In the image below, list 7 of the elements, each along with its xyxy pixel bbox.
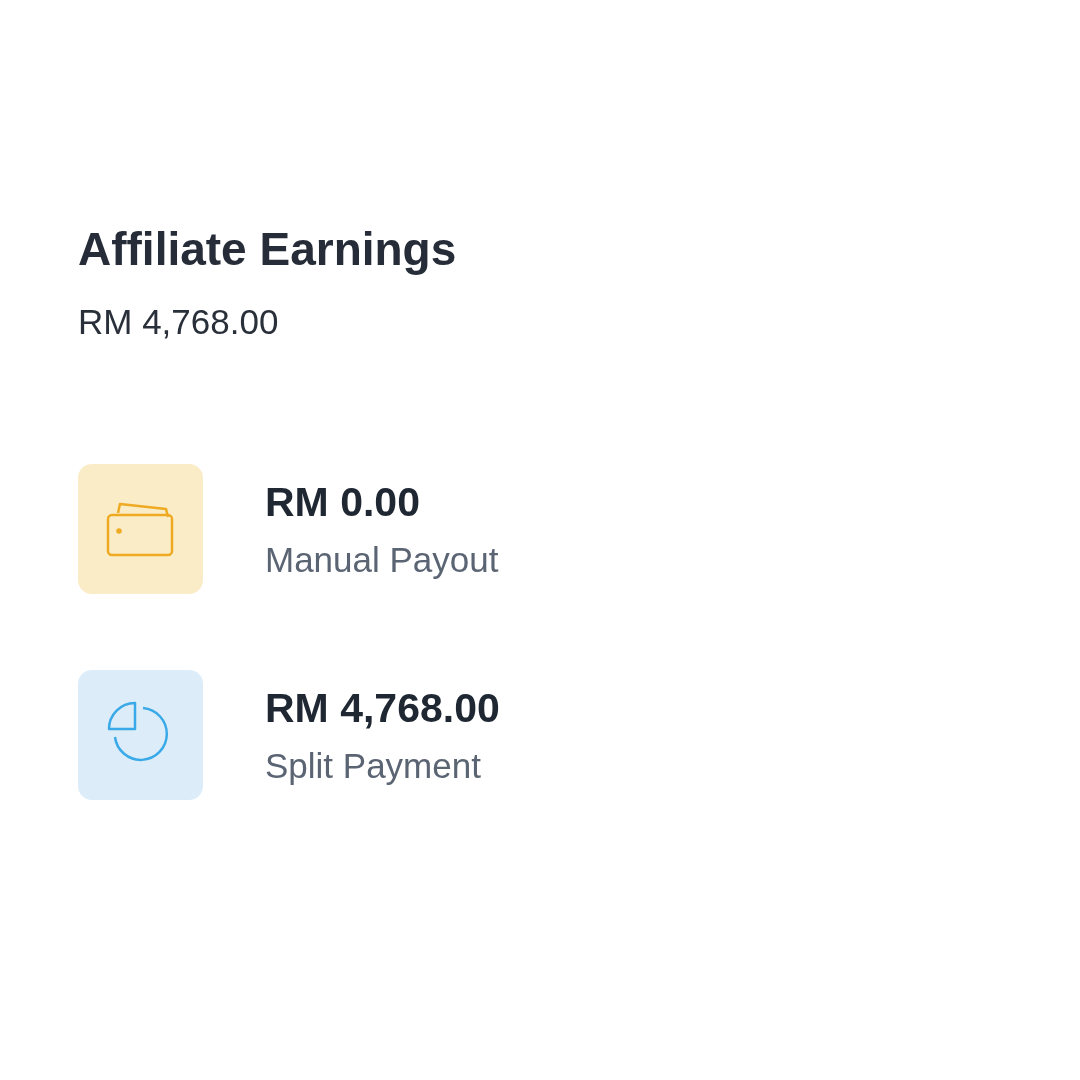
section-title: Affiliate Earnings xyxy=(78,222,458,276)
total-amount: RM 4,768.00 xyxy=(78,302,280,342)
amount: RM 4,768.00 xyxy=(265,684,500,732)
payout-type-label: Manual Payout xyxy=(265,539,499,580)
payout-type-label: Split Payment xyxy=(265,745,482,786)
wallet-icon xyxy=(105,501,176,557)
amount: RM 0.00 xyxy=(265,478,421,526)
